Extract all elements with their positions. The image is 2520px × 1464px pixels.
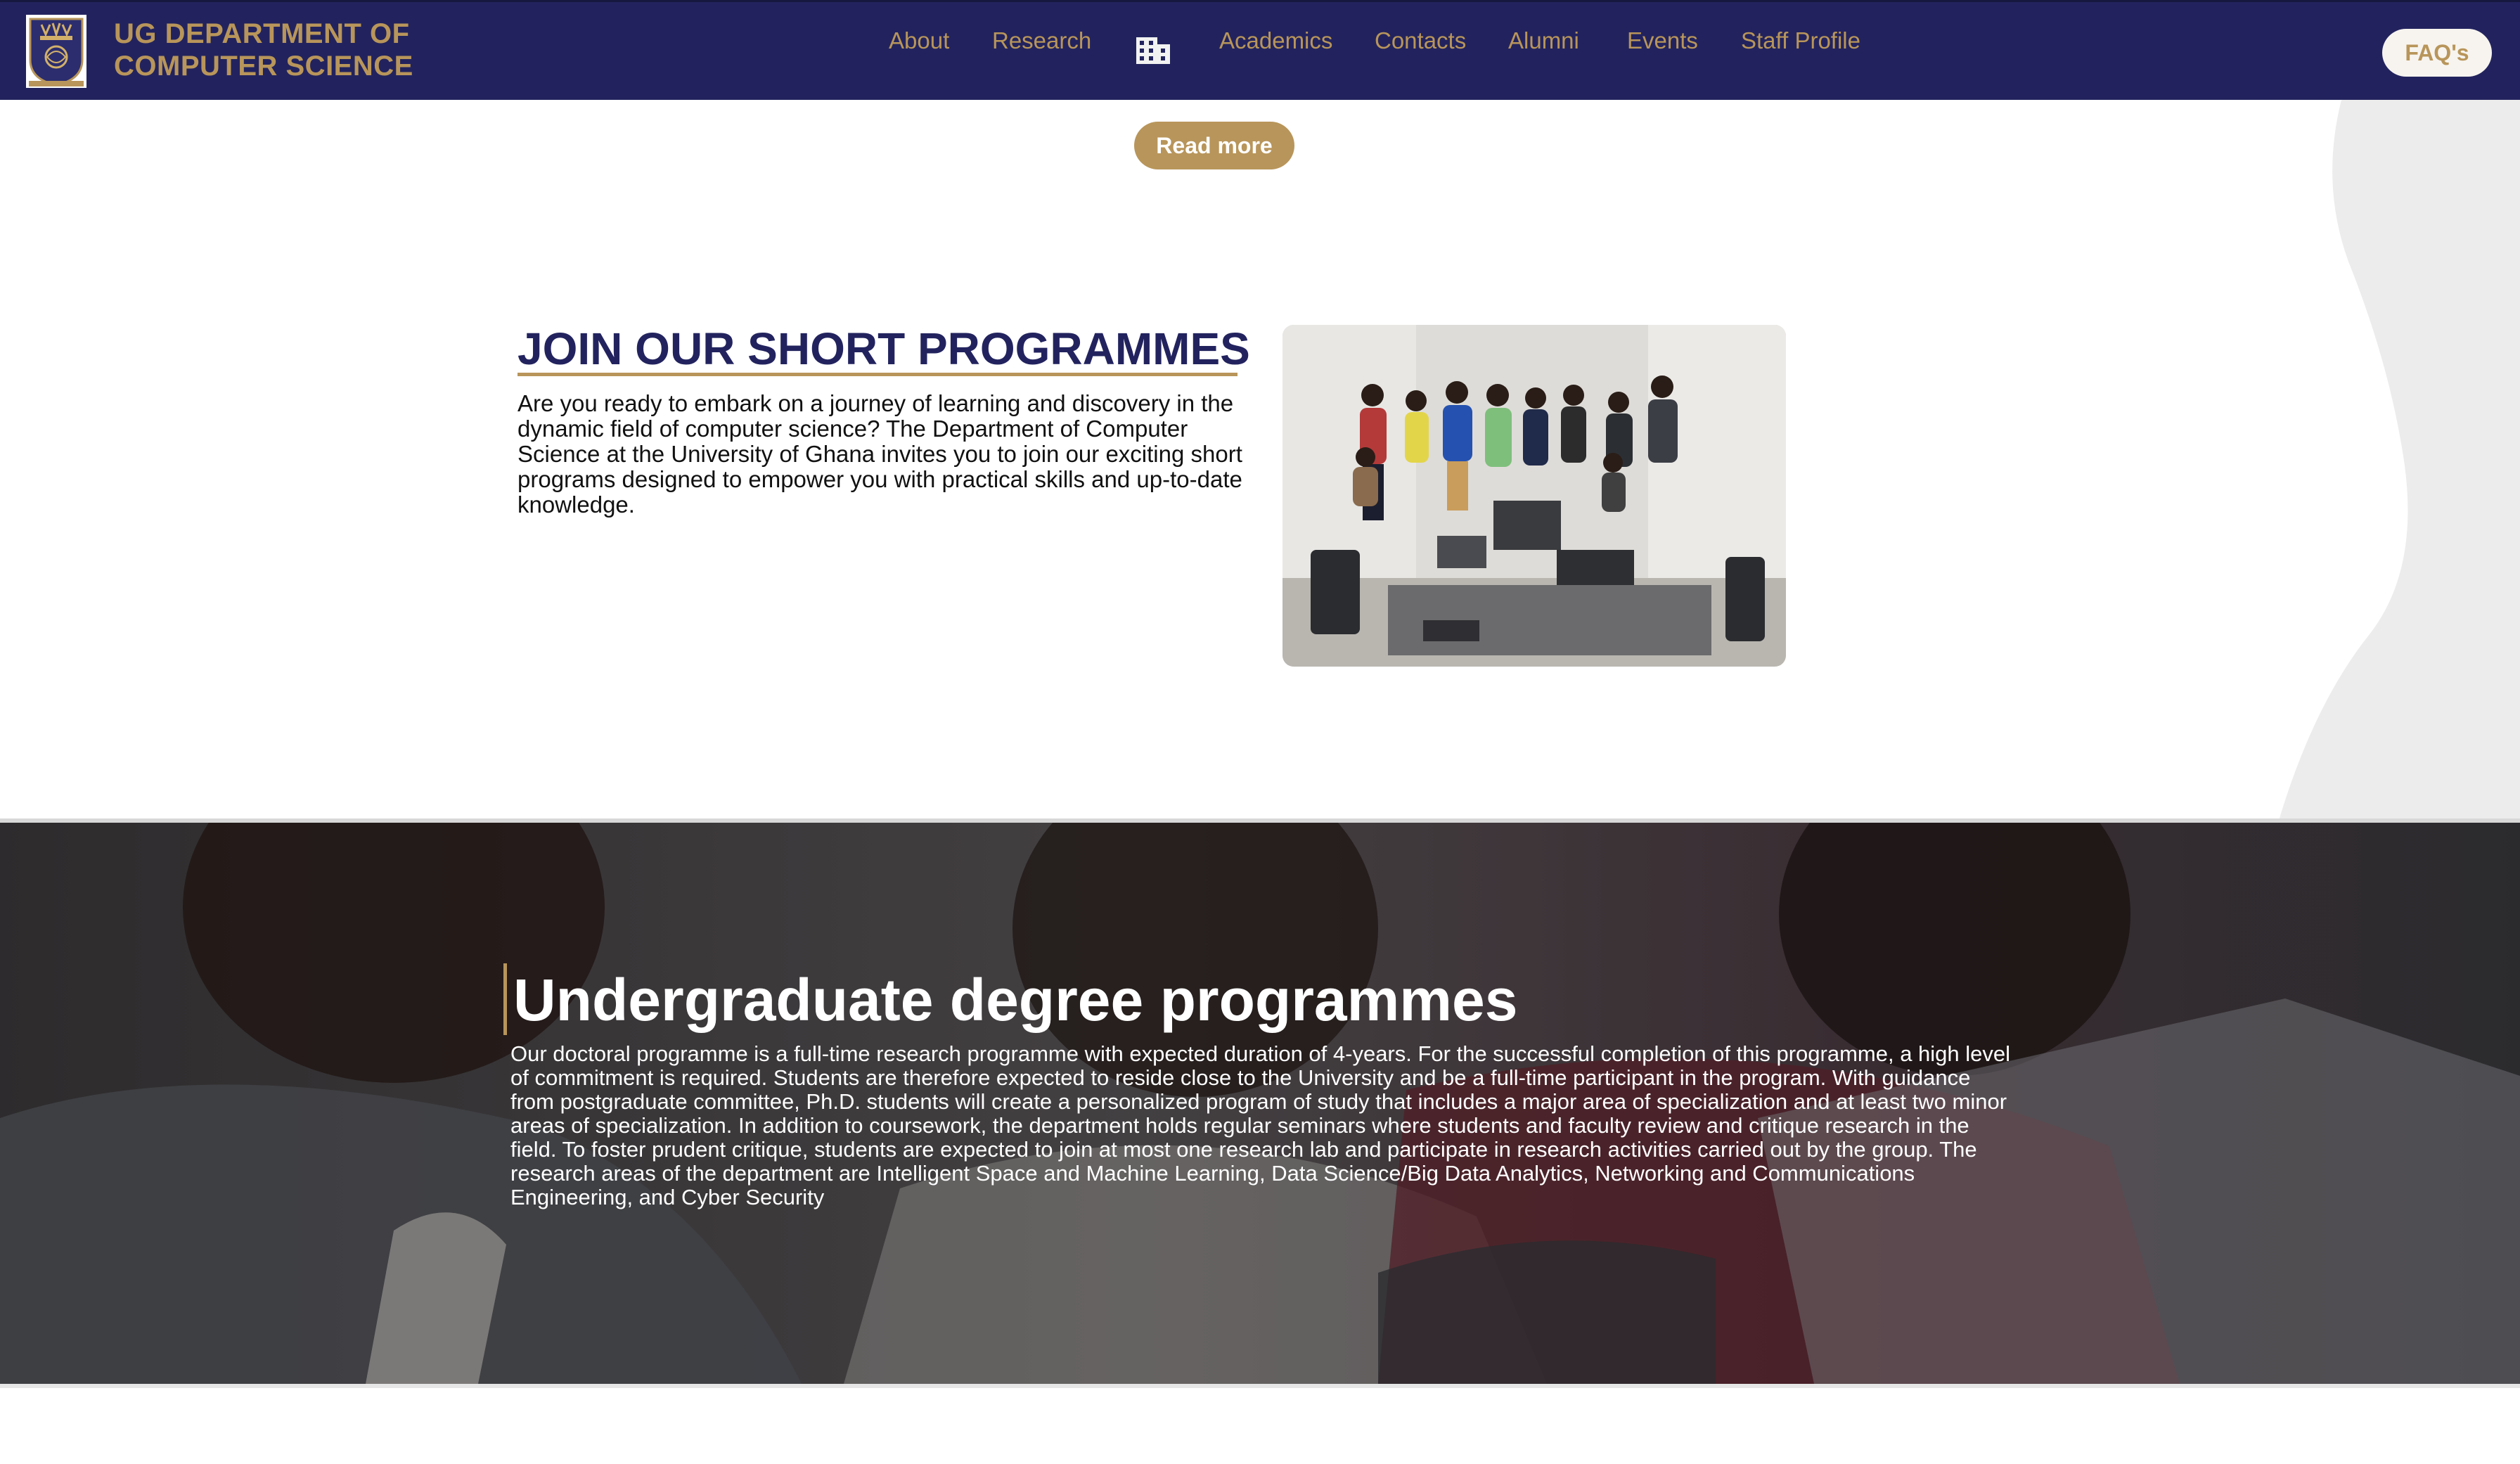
main-nav: About Research Academics Contacts Alumni…: [0, 2, 2520, 82]
nav-item-alumni[interactable]: Alumni: [1508, 27, 1579, 54]
undergraduate-description: Our doctoral programme is a full-time re…: [510, 1041, 2011, 1209]
students-group-photo: [1282, 325, 1786, 667]
nav-item-academics[interactable]: Academics: [1219, 27, 1332, 54]
building-icon[interactable]: [1135, 34, 1171, 65]
heading-underline: [518, 373, 1238, 376]
decorative-wave: [2278, 100, 2520, 823]
short-programmes-description: Are you ready to embark on a journey of …: [518, 390, 1242, 518]
nav-item-about[interactable]: About: [889, 27, 949, 54]
nav-item-research[interactable]: Research: [992, 27, 1091, 54]
nav-item-events[interactable]: Events: [1627, 27, 1698, 54]
read-more-button[interactable]: Read more: [1134, 122, 1294, 169]
faq-button[interactable]: FAQ's: [2382, 29, 2492, 77]
site-header: UG DEPARTMENT OF COMPUTER SCIENCE About …: [0, 0, 2520, 100]
nav-item-staff-profile[interactable]: Staff Profile: [1741, 27, 1860, 54]
heading-accent-bar: [503, 963, 507, 1035]
banner-bottom-divider: [0, 1384, 2520, 1388]
nav-item-contacts[interactable]: Contacts: [1375, 27, 1466, 54]
short-programmes-heading: JOIN OUR SHORT PROGRAMMES: [518, 323, 1250, 374]
group-photo-illustration: [1282, 325, 1786, 667]
undergraduate-heading: Undergraduate degree programmes: [513, 967, 1518, 1033]
